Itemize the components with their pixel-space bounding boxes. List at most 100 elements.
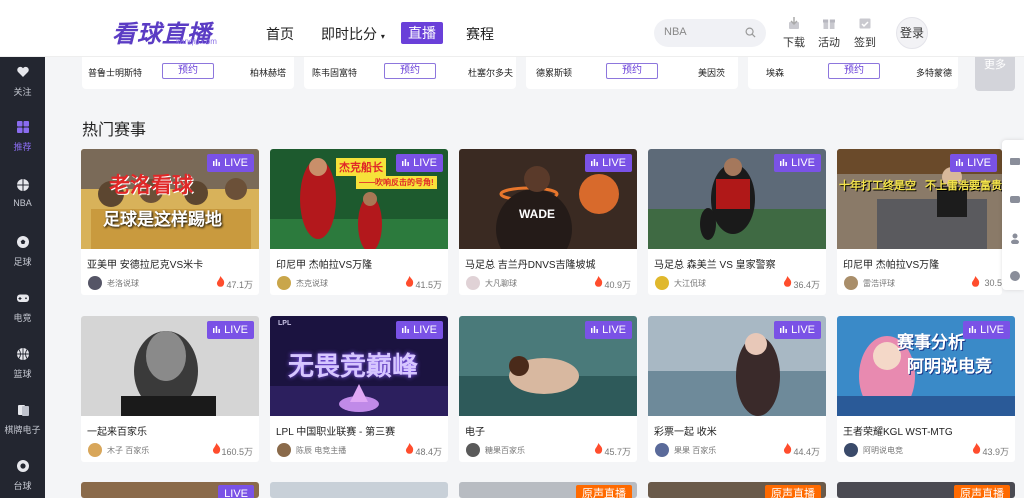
heat-count: 36.4万	[793, 280, 820, 290]
download-icon	[789, 17, 799, 29]
stream-card[interactable]	[270, 482, 448, 498]
search-icon[interactable]	[745, 27, 756, 38]
host-name[interactable]: 陈辰 电竞主播	[296, 445, 346, 456]
fire-icon	[783, 443, 792, 454]
stream-card[interactable]: WADE LIVE 马足总 吉兰丹DNVS吉隆坡城 大凡聊球 40.9万	[459, 149, 637, 295]
host-name[interactable]: 老洛说球	[107, 278, 139, 289]
fire-icon	[594, 443, 603, 454]
stream-card[interactable]: 赛事分析 阿明说电竞 LIVE 王者荣耀KGL WST-MTG 阿明说电竞 43…	[837, 316, 1015, 462]
sidebar-item-recommend[interactable]: 推荐	[0, 120, 45, 153]
calendar-check-icon	[859, 18, 871, 29]
live-badge-label: LIVE	[602, 157, 626, 169]
stream-title[interactable]: 马足总 森美兰 VS 皇家警察	[654, 256, 776, 271]
host-name[interactable]: 糖果百家乐	[485, 445, 525, 456]
stream-card[interactable]: 原声直播	[459, 482, 637, 498]
signal-bars-icon	[780, 159, 788, 166]
home-team: 埃森	[766, 68, 785, 78]
gift-icon	[823, 19, 835, 29]
stream-title[interactable]: 王者荣耀KGL WST-MTG	[843, 423, 953, 438]
stream-title[interactable]: 印尼甲 杰帕拉VS万隆	[843, 256, 939, 271]
stream-title[interactable]: 印尼甲 杰帕拉VS万隆	[276, 256, 372, 271]
heat-count: 41.5万	[415, 280, 442, 290]
schedule-match[interactable]: 德累斯顿 预约 美因茨	[526, 57, 738, 89]
billiards-icon	[16, 460, 29, 472]
sidebar-item-nba[interactable]: NBA	[0, 178, 45, 208]
heart-icon	[16, 66, 29, 77]
stream-card[interactable]: LIVE 一起来百家乐 木子 百家乐 160.5万	[81, 316, 259, 462]
sidebar-item-label: 篮球	[13, 369, 32, 379]
sidebar-item-label: 关注	[13, 87, 32, 97]
login-button[interactable]: 登录	[896, 17, 928, 49]
stream-card[interactable]: LIVE	[81, 482, 259, 498]
top-icon[interactable]	[1009, 270, 1021, 282]
heat-count: 43.9万	[982, 447, 1009, 457]
sidebar-item-basketball[interactable]: 篮球	[0, 347, 45, 380]
signal-bars-icon	[402, 326, 410, 333]
search-placeholder: NBA	[664, 26, 687, 38]
stream-card[interactable]: 老洛看球 足球是这样踢地 LIVE 亚美甲 安德拉尼克VS米卡 老洛说球 47.…	[81, 149, 259, 295]
stream-title[interactable]: LPL 中国职业联赛 - 第三赛	[276, 423, 395, 438]
host-name[interactable]: 阿明说电竞	[863, 445, 903, 456]
thumbnail-caption: 阿明说电竞	[907, 357, 992, 376]
schedule-match[interactable]: 陈韦固富特 预约 杜塞尔多夫	[304, 57, 516, 89]
fire-icon	[216, 276, 225, 287]
stream-title[interactable]: 马足总 吉兰丹DNVS吉隆坡城	[465, 256, 596, 271]
stream-card[interactable]: 杰克船长 ——吹响反击的号角! LIVE 印尼甲 杰帕拉VS万隆 杰克说球 41…	[270, 149, 448, 295]
thumbnail-caption: 不上雷浩要富贵	[925, 180, 1002, 192]
live-badge: LIVE	[774, 321, 821, 339]
search-input[interactable]: NBA	[654, 19, 766, 47]
sidebar-item-esports[interactable]: 电竞	[0, 291, 45, 324]
nav-live[interactable]: 直播	[401, 22, 443, 44]
schedule-match[interactable]: 埃森 预约 多特蒙德	[748, 57, 958, 89]
stream-card[interactable]: LIVE 彩票一起 收米 果果 百家乐 44.4万	[648, 316, 826, 462]
avatar	[655, 443, 669, 457]
sidebar-item-label: 推荐	[13, 142, 32, 152]
activity-button[interactable]: 活动	[814, 16, 844, 50]
host-name[interactable]: 大江侃球	[674, 278, 706, 289]
reserve-button[interactable]: 预约	[162, 63, 214, 79]
signin-button[interactable]: 签到	[850, 16, 880, 50]
live-badge-label: LIVE	[224, 324, 248, 336]
user-icon[interactable]	[1009, 232, 1021, 244]
sidebar-item-football[interactable]: 足球	[0, 235, 45, 268]
fire-icon	[972, 443, 981, 454]
thumbnail-caption: 杰克船长	[336, 158, 386, 176]
host-name[interactable]: 杰克说球	[296, 278, 328, 289]
nav-home[interactable]: 首页	[266, 24, 294, 44]
stream-card[interactable]: LIVE 马足总 森美兰 VS 皇家警察 大江侃球 36.4万	[648, 149, 826, 295]
host-name[interactable]: 果果 百家乐	[674, 445, 716, 456]
host-name[interactable]: 雷浩评球	[863, 278, 895, 289]
chat-icon[interactable]	[1009, 194, 1021, 206]
stream-card[interactable]: LPL 无畏竞巅峰 LIVE LPL 中国职业联赛 - 第三赛 陈辰 电竞主播 …	[270, 316, 448, 462]
signal-bars-icon	[591, 159, 599, 166]
stream-card[interactable]: LIVE 电子 糖果百家乐 45.7万	[459, 316, 637, 462]
stream-title[interactable]: 一起来百家乐	[87, 423, 147, 438]
stream-title[interactable]: 彩票一起 收米	[654, 423, 717, 438]
live-badge: LIVE	[396, 321, 443, 339]
stream-card[interactable]: 原声直播	[837, 482, 1015, 498]
schedule-more-button[interactable]: 更多	[975, 57, 1015, 91]
sidebar-item-billiards[interactable]: 台球	[0, 459, 45, 492]
signal-bars-icon	[213, 159, 221, 166]
live-badge-label: LIVE	[413, 157, 437, 169]
avatar	[844, 443, 858, 457]
nav-scores[interactable]: 即时比分 ▾	[321, 24, 385, 44]
reserve-button[interactable]: 预约	[828, 63, 880, 79]
monitor-icon[interactable]	[1009, 156, 1021, 168]
reserve-button[interactable]: 预约	[384, 63, 436, 79]
reserve-button[interactable]: 预约	[606, 63, 658, 79]
host-name[interactable]: 木子 百家乐	[107, 445, 149, 456]
stream-title[interactable]: 亚美甲 安德拉尼克VS米卡	[87, 256, 203, 271]
signal-bars-icon	[780, 326, 788, 333]
schedule-match[interactable]: 普鲁士明斯特 预约 柏林赫塔	[82, 57, 294, 89]
host-name[interactable]: 大凡聊球	[485, 278, 517, 289]
stream-card[interactable]: 十年打工终是空 不上雷浩要富贵 LIVE 印尼甲 杰帕拉VS万隆 雷浩评球 30…	[837, 149, 1002, 295]
fire-icon	[783, 276, 792, 287]
nav-scores-label: 即时比分	[321, 26, 377, 42]
download-button[interactable]: 下载	[779, 16, 809, 50]
sidebar-item-follow[interactable]: 关注	[0, 65, 45, 98]
stream-title[interactable]: 电子	[465, 423, 485, 438]
nav-schedule[interactable]: 赛程	[466, 24, 494, 44]
stream-card[interactable]: 原声直播	[648, 482, 826, 498]
sidebar-item-cards[interactable]: 棋牌电子	[0, 403, 45, 436]
